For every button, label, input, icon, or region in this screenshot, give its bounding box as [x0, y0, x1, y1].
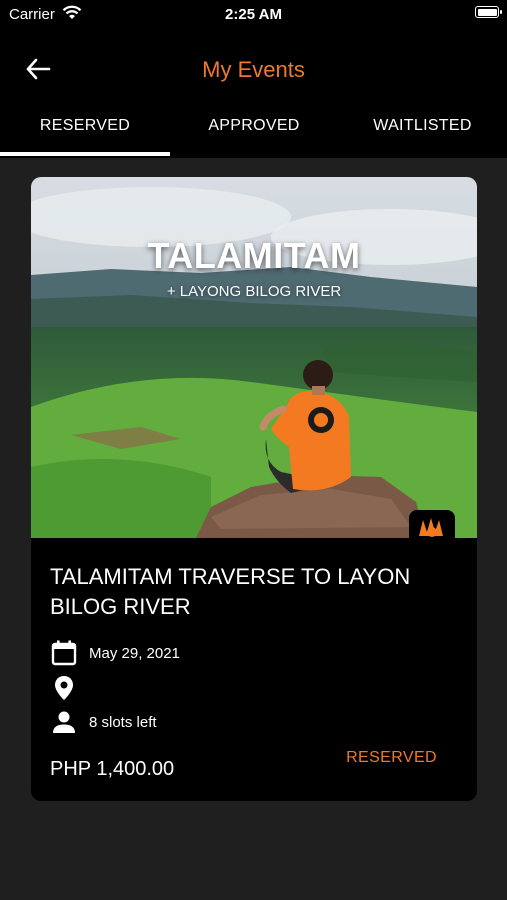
tab-waitlisted[interactable]: WAITLISTED	[338, 108, 507, 158]
event-cover-image	[31, 177, 477, 538]
calendar-icon	[51, 640, 77, 666]
person-icon	[53, 711, 75, 733]
location-pin-icon	[55, 676, 73, 700]
battery-icon	[475, 6, 502, 18]
tab-reserved[interactable]: RESERVED	[0, 108, 170, 158]
tab-approved[interactable]: APPROVED	[170, 108, 338, 158]
event-title: TALAMITAM TRAVERSE TO LAYON BILOG RIVER	[50, 564, 411, 619]
brand-logo	[409, 510, 455, 540]
event-date: May 29, 2021	[89, 645, 180, 662]
cover-title: TALAMITAM	[147, 235, 361, 276]
event-slots: 8 slots left	[89, 714, 157, 731]
tab-bar: RESERVED APPROVED WAITLISTED	[0, 108, 507, 158]
active-tab-indicator	[0, 152, 170, 156]
status-bar: Carrier 2:25 AM	[0, 0, 507, 30]
page-title: My Events	[202, 57, 305, 82]
status-badge: RESERVED	[346, 749, 437, 766]
nav-bar: My Events	[0, 30, 507, 108]
cover-subtitle: + LAYONG BILOG RIVER	[166, 283, 342, 300]
event-card[interactable]: TALAMITAM + LAYONG BILOG RIVER TALAMITAM…	[31, 177, 477, 801]
status-time: 2:25 AM	[225, 6, 282, 23]
event-price: PHP 1,400.00	[50, 758, 175, 780]
